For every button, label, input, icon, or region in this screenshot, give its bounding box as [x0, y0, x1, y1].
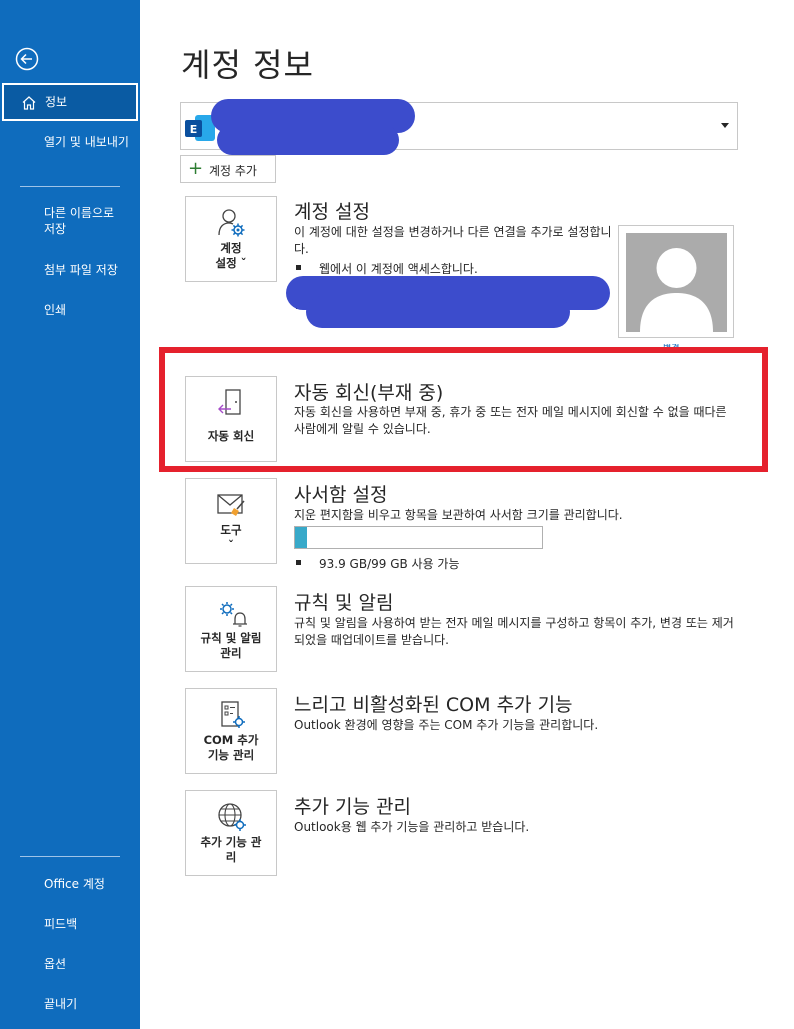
mailbox-storage-bar	[294, 526, 543, 549]
page-title: 계정 정보	[181, 46, 314, 84]
profile-picture-frame[interactable]	[618, 225, 734, 338]
account-settings-bullet: 웹에서 이 계정에 액세스합니다.	[296, 260, 478, 277]
manage-addins-description: Outlook용 웹 추가 기능을 관리하고 받습니다.	[294, 820, 530, 834]
com-addins-button[interactable]: COM 추가 기능 관리	[185, 688, 277, 774]
mailbox-settings-title: 사서함 설정	[294, 484, 388, 506]
redaction-mark	[306, 296, 570, 328]
mailbox-storage-fill	[295, 527, 308, 548]
com-addins-description: Outlook 환경에 영향을 주는 COM 추가 기능을 관리합니다.	[294, 718, 599, 732]
com-addins-title: 느리고 비활성화된 COM 추가 기능	[294, 694, 573, 716]
nav-item-label: 끝내기	[44, 997, 78, 1011]
account-settings-button-label: 계정 설정 ˇ	[215, 241, 247, 270]
add-account-button[interactable]: + 계정 추가	[180, 155, 276, 183]
nav-item-print[interactable]: 인쇄	[0, 302, 140, 322]
account-settings-title: 계정 설정	[294, 201, 370, 223]
nav-item-label: 열기 및 내보내기	[44, 135, 129, 149]
avatar	[626, 233, 727, 332]
backstage-sidebar: 정보 열기 및 내보내기 다른 이름으로 저장 첨부 파일 저장 인쇄 Offi…	[0, 0, 140, 1029]
mailbox-tools-button[interactable]: 도구 ˇ	[185, 478, 277, 564]
nav-item-info[interactable]: 정보	[2, 83, 138, 121]
default-user-icon	[640, 248, 713, 332]
nav-item-label: 다른 이름으로 저장	[44, 206, 115, 236]
add-account-label: 계정 추가	[209, 164, 257, 178]
nav-item-open-export[interactable]: 열기 및 내보내기	[0, 134, 140, 170]
nav-item-feedback[interactable]: 피드백	[0, 916, 140, 936]
nav-item-label: 옵션	[44, 957, 67, 971]
nav-item-exit[interactable]: 끝내기	[0, 996, 140, 1016]
nav-item-label: Office 계정	[44, 877, 105, 891]
mailbox-storage-bullet: 93.9 GB/99 GB 사용 가능	[296, 555, 460, 572]
rules-alerts-button-label: 규칙 및 알림 관리	[200, 631, 262, 660]
nav-item-save-attachments[interactable]: 첨부 파일 저장	[0, 262, 140, 282]
nav-item-label: 정보	[45, 95, 68, 109]
addin-list-gear-icon	[221, 701, 245, 728]
nav-item-label: 피드백	[44, 917, 78, 931]
sidebar-divider	[20, 186, 120, 187]
manage-addins-button-label: 추가 기능 관 리	[200, 835, 262, 864]
chevron-down-icon[interactable]	[721, 123, 729, 129]
user-gear-icon	[218, 209, 245, 237]
home-icon	[22, 96, 36, 110]
manage-addins-title: 추가 기능 관리	[294, 796, 411, 818]
nav-item-office-account[interactable]: Office 계정	[0, 876, 140, 896]
nav-item-save-as[interactable]: 다른 이름으로 저장	[0, 205, 140, 241]
account-selector[interactable]: E	[180, 99, 738, 155]
nav-item-label: 첨부 파일 저장	[44, 263, 118, 277]
plus-icon: +	[188, 158, 204, 179]
manage-addins-button[interactable]: 추가 기능 관 리	[185, 790, 277, 876]
rules-alerts-button[interactable]: 규칙 및 알림 관리	[185, 586, 277, 672]
rules-alerts-title: 규칙 및 알림	[294, 592, 394, 614]
rules-alerts-description: 규칙 및 알림을 사용하여 받는 전자 메일 메시지를 구성하고 항목이 추가,…	[294, 616, 734, 647]
svg-text:E: E	[190, 123, 198, 136]
account-settings-button[interactable]: 계정 설정 ˇ	[185, 196, 277, 282]
mailbox-broom-icon	[217, 494, 245, 516]
redaction-mark	[217, 125, 399, 155]
highlight-box	[159, 347, 768, 472]
account-settings-description: 이 계정에 대한 설정을 변경하거나 다른 연결을 추가로 설정합니다.	[294, 225, 612, 256]
nav-item-label: 인쇄	[44, 303, 67, 317]
back-arrow-icon[interactable]	[14, 46, 40, 72]
globe-gear-icon	[218, 803, 246, 831]
sidebar-divider	[20, 856, 120, 857]
nav-item-options[interactable]: 옵션	[0, 956, 140, 976]
mailbox-tools-button-label: 도구 ˇ	[220, 523, 242, 552]
gear-bell-icon	[220, 602, 247, 627]
mailbox-settings-description: 지운 편지함을 비우고 항목을 보관하여 사서함 크기를 관리합니다.	[294, 508, 623, 522]
com-addins-button-label: COM 추가 기능 관리	[203, 733, 259, 762]
